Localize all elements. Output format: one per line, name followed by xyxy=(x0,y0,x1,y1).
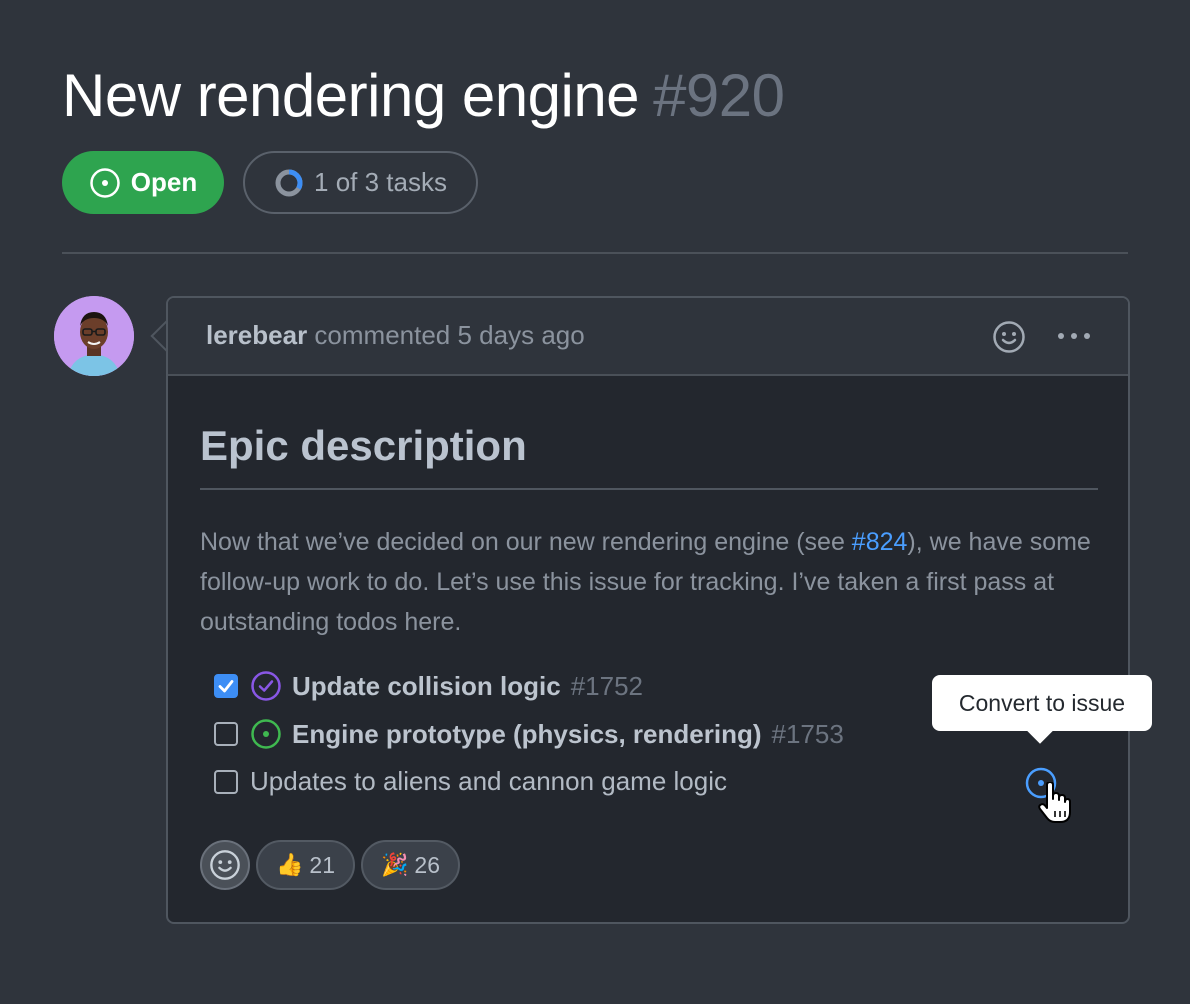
epic-description: Now that we’ve decided on our new render… xyxy=(200,522,1100,642)
task-title[interactable]: Engine prototype (physics, rendering) xyxy=(292,719,762,750)
issue-header: New rendering engine #920 xyxy=(62,58,1128,134)
comment-header: lerebear commented 5 days ago xyxy=(168,298,1128,376)
pointer-cursor-icon xyxy=(1038,781,1072,829)
reactions-bar: 👍 21 🎉 26 xyxy=(200,840,460,890)
task-checkbox[interactable] xyxy=(214,722,238,746)
task-item: Update collision logic #1752 xyxy=(214,670,643,702)
epic-heading-divider xyxy=(200,488,1098,490)
reaction-count: 21 xyxy=(309,851,335,878)
status-row: Open 1 of 3 tasks xyxy=(62,151,478,214)
status-label: Open xyxy=(130,167,198,197)
convert-to-issue-tooltip: Convert to issue xyxy=(932,675,1152,731)
reaction-count: 26 xyxy=(414,851,440,878)
task-item: Updates to aliens and cannon game logic xyxy=(214,766,727,797)
comment-meta: lerebear commented 5 days ago xyxy=(206,320,585,351)
header-divider xyxy=(62,252,1128,254)
tasks-progress-badge[interactable]: 1 of 3 tasks xyxy=(243,151,478,214)
issue-closed-icon xyxy=(250,670,282,702)
avatar-image xyxy=(54,296,134,376)
tada-emoji: 🎉 xyxy=(381,852,409,877)
task-checkbox-checked[interactable] xyxy=(214,674,238,698)
tooltip-text: Convert to issue xyxy=(958,689,1126,716)
task-title[interactable]: Update collision logic xyxy=(292,671,561,702)
epic-heading: Epic description xyxy=(200,422,527,469)
body-text-start: Now that we’ve decided on our new render… xyxy=(200,528,852,556)
task-item: Engine prototype (physics, rendering) #1… xyxy=(214,718,844,750)
avatar[interactable] xyxy=(54,296,134,376)
comment-box: lerebear commented 5 days ago Epic descr… xyxy=(166,296,1130,924)
comment-author[interactable]: lerebear xyxy=(206,320,307,350)
issue-number: #920 xyxy=(653,62,785,129)
task-checkbox[interactable] xyxy=(214,769,238,794)
more-options-icon[interactable] xyxy=(1056,324,1092,353)
progress-ring-icon xyxy=(275,169,303,196)
tasks-progress-label: 1 of 3 tasks xyxy=(314,167,447,197)
open-status-badge: Open xyxy=(62,151,224,214)
comment-timestamp: commented 5 days ago xyxy=(314,320,585,350)
issue-title: New rendering engine xyxy=(62,62,640,129)
checkmark-icon xyxy=(218,680,234,693)
add-reaction-button[interactable] xyxy=(200,840,250,890)
task-number[interactable]: #1753 xyxy=(772,719,844,750)
reaction-tada[interactable]: 🎉 26 xyxy=(361,840,460,890)
issue-link[interactable]: #824 xyxy=(852,528,908,556)
thumbs-up-emoji: 👍 xyxy=(276,852,304,877)
smiley-icon xyxy=(210,850,240,880)
add-reaction-icon[interactable] xyxy=(992,320,1026,359)
task-title: Updates to aliens and cannon game logic xyxy=(250,766,727,796)
issue-open-icon xyxy=(90,167,120,198)
issue-open-icon xyxy=(250,718,282,750)
reaction-thumbs-up[interactable]: 👍 21 xyxy=(256,840,355,890)
issue-title-row: New rendering engine #920 xyxy=(62,58,1128,134)
task-number[interactable]: #1752 xyxy=(571,671,643,702)
